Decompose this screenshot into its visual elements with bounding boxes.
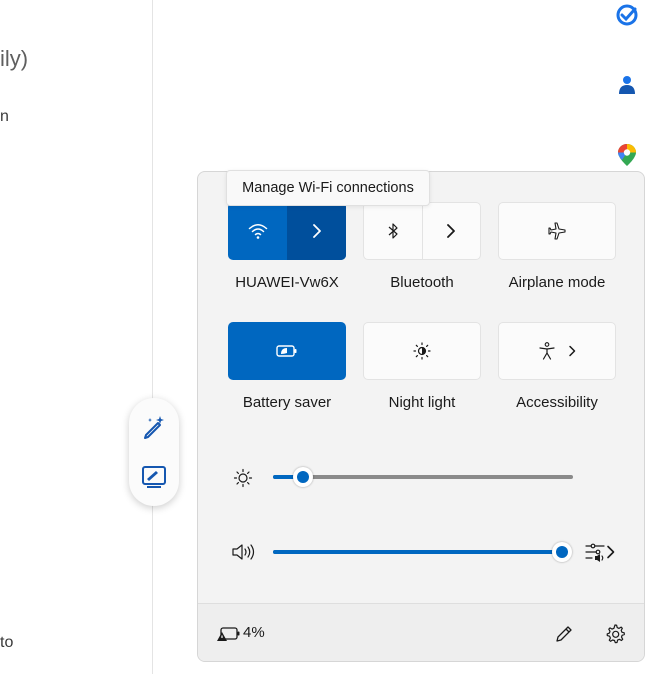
background-partial-text: to	[0, 634, 14, 651]
audio-mixer-icon	[585, 543, 605, 562]
accessibility-button[interactable]	[498, 322, 616, 380]
ai-pen-icon[interactable]	[141, 414, 167, 440]
wifi-expand-button[interactable]	[287, 202, 346, 260]
volume-slider-fill	[273, 550, 562, 554]
wifi-icon	[248, 224, 267, 239]
bluetooth-toggle-button[interactable]	[364, 203, 422, 259]
accessibility-icon	[539, 342, 555, 360]
edit-quick-settings-button[interactable]	[554, 624, 574, 644]
pen-floating-toolbar	[129, 398, 179, 506]
chevron-right-icon	[312, 224, 321, 238]
chevron-right-icon	[607, 545, 615, 559]
brightness-slider-track[interactable]	[273, 475, 573, 479]
battery-saver-tile-label: Battery saver	[242, 394, 332, 411]
wifi-tooltip: Manage Wi-Fi connections	[226, 170, 430, 206]
bluetooth-expand-button[interactable]	[423, 203, 480, 259]
airplane-icon	[548, 222, 566, 240]
night-light-button[interactable]	[363, 322, 481, 380]
battery-low-icon	[217, 627, 240, 641]
whiteboard-pen-icon[interactable]	[141, 464, 167, 490]
wifi-tile	[228, 202, 346, 260]
all-settings-button[interactable]	[604, 623, 626, 645]
audio-output-button[interactable]	[584, 541, 616, 563]
bluetooth-icon	[388, 223, 398, 239]
background-partial-text: ily)	[0, 46, 29, 71]
volume-slider-thumb[interactable]	[552, 542, 572, 562]
todo-check-icon[interactable]	[614, 2, 640, 28]
accessibility-tile-label: Accessibility	[516, 394, 598, 411]
battery-percentage: 4%	[243, 624, 265, 641]
night-light-icon	[413, 342, 431, 360]
pencil-icon	[556, 626, 572, 642]
quick-settings-footer: 4%	[198, 603, 644, 661]
night-light-tile-label: Night light	[388, 394, 456, 411]
wifi-toggle-button[interactable]	[228, 202, 287, 260]
bluetooth-tile	[363, 202, 481, 260]
maps-pin-icon[interactable]	[614, 142, 640, 168]
airplane-tile-label: Airplane mode	[508, 274, 606, 291]
brightness-icon	[233, 468, 253, 488]
background-app-pane	[0, 0, 153, 674]
battery-status-button[interactable]	[216, 625, 240, 643]
wifi-tile-label: HUAWEI-Vw6X	[235, 274, 339, 291]
person-icon[interactable]	[614, 72, 640, 98]
airplane-mode-button[interactable]	[498, 202, 616, 260]
background-partial-text: n	[0, 108, 9, 125]
quick-settings-panel: HUAWEI-Vw6X Bluetooth Airplane mode Batt…	[197, 171, 645, 662]
bluetooth-tile-label: Bluetooth	[390, 274, 454, 291]
gear-icon	[606, 624, 625, 644]
brightness-slider-thumb[interactable]	[293, 467, 313, 487]
speaker-icon[interactable]	[231, 542, 255, 562]
chevron-right-icon	[447, 224, 456, 238]
chevron-right-icon	[569, 345, 576, 357]
battery-saver-icon	[276, 345, 297, 357]
battery-saver-button[interactable]	[228, 322, 346, 380]
